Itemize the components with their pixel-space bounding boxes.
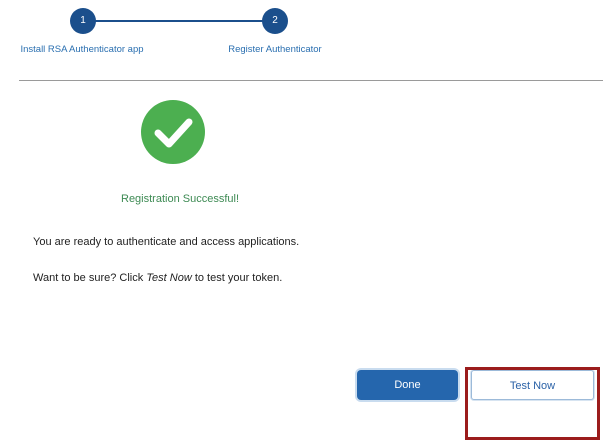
success-title: Registration Successful! — [121, 193, 239, 205]
header-divider — [19, 80, 603, 81]
step-2-circle: 2 — [262, 8, 288, 34]
ready-message: You are ready to authenticate and access… — [33, 236, 300, 248]
test-message-suffix: to test your token. — [191, 272, 283, 284]
stepper-connector-line — [87, 20, 270, 22]
test-message-prefix: Want to be sure? Click — [33, 272, 147, 284]
test-now-button[interactable]: Test Now — [471, 370, 594, 400]
done-button[interactable]: Done — [357, 370, 458, 400]
progress-stepper: 1 2 Install RSA Authenticator app Regist… — [0, 0, 615, 80]
step-1-label: Install RSA Authenticator app — [20, 44, 144, 55]
test-token-message: Want to be sure? Click Test Now to test … — [33, 272, 282, 284]
checkmark-circle-icon — [141, 100, 205, 164]
step-2-label: Register Authenticator — [228, 44, 322, 55]
test-message-emphasis: Test Now — [146, 272, 192, 284]
step-1-circle: 1 — [70, 8, 96, 34]
